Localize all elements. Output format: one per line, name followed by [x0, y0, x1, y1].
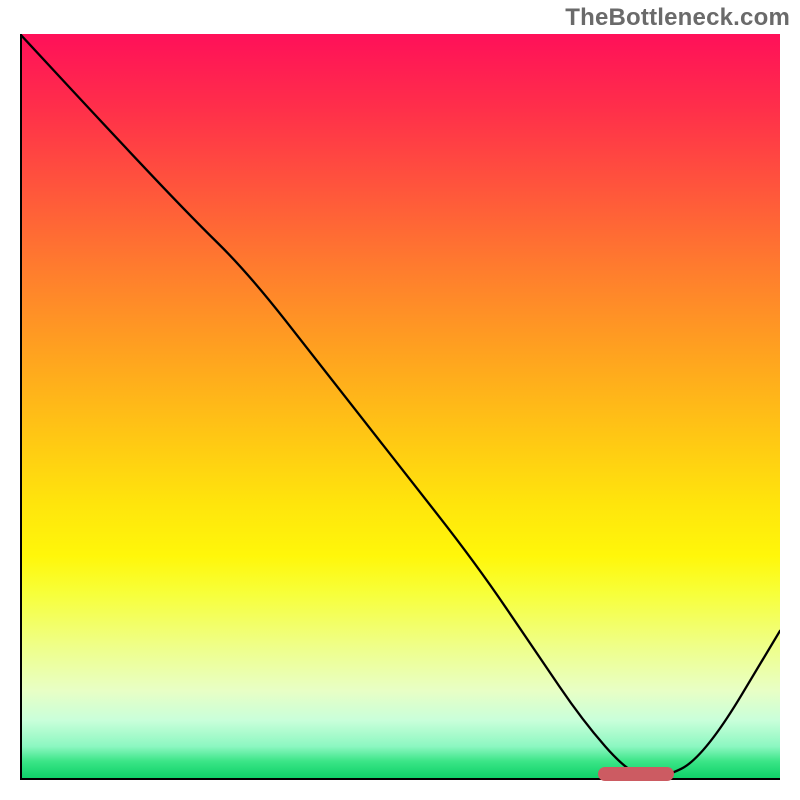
- y-axis: [20, 34, 22, 780]
- chart-stage: TheBottleneck.com: [0, 0, 800, 800]
- optimal-range-marker: [598, 767, 674, 781]
- curve-path: [20, 34, 780, 777]
- bottleneck-curve: [20, 34, 780, 780]
- watermark-text: TheBottleneck.com: [565, 4, 790, 32]
